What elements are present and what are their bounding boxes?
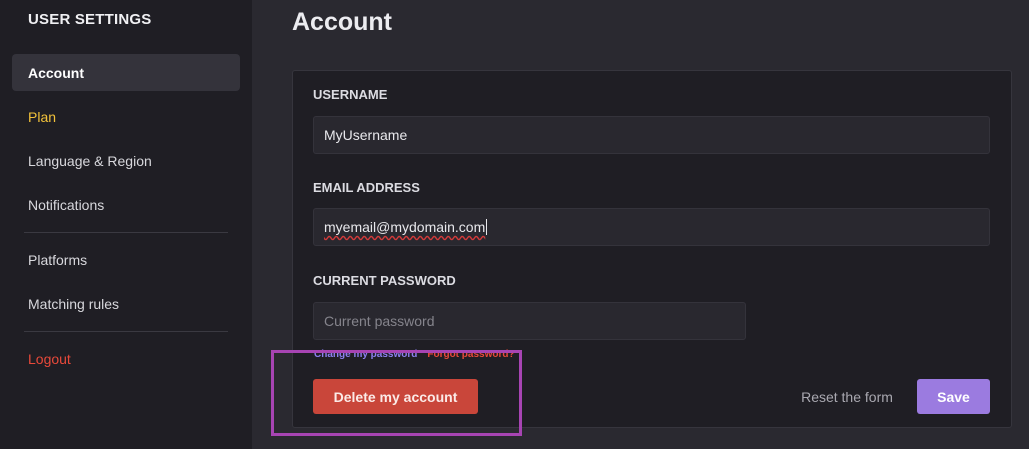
sidebar: USER SETTINGS Account Plan Language & Re… bbox=[0, 0, 252, 449]
sidebar-item-label: Plan bbox=[28, 108, 57, 125]
sidebar-item-notifications[interactable]: Notifications bbox=[12, 186, 240, 223]
forgot-password-link[interactable]: Forgot password? bbox=[427, 349, 514, 360]
password-label: CURRENT PASSWORD bbox=[313, 273, 456, 288]
sidebar-divider bbox=[24, 232, 228, 233]
email-value: myemail@mydomain.com bbox=[324, 219, 486, 235]
email-label: EMAIL ADDRESS bbox=[313, 180, 420, 195]
sidebar-item-label: Matching rules bbox=[28, 295, 120, 312]
text-caret bbox=[486, 219, 488, 235]
sidebar-divider bbox=[24, 331, 228, 332]
sidebar-title: USER SETTINGS bbox=[28, 11, 152, 28]
password-links: Change my password Forgot password? bbox=[314, 349, 515, 360]
change-password-link[interactable]: Change my password bbox=[314, 349, 417, 360]
sidebar-item-language-region[interactable]: Language & Region bbox=[12, 142, 240, 179]
username-label: USERNAME bbox=[313, 87, 388, 102]
current-password-field[interactable] bbox=[313, 302, 746, 340]
page-title: Account bbox=[292, 8, 392, 36]
sidebar-item-account[interactable]: Account bbox=[12, 54, 240, 91]
sidebar-item-logout[interactable]: Logout bbox=[12, 340, 240, 377]
username-field[interactable] bbox=[313, 116, 990, 154]
reset-form-button[interactable]: Reset the form bbox=[790, 379, 904, 414]
delete-account-button[interactable]: Delete my account bbox=[313, 379, 478, 414]
sidebar-item-platforms[interactable]: Platforms bbox=[12, 241, 240, 278]
email-field[interactable]: myemail@mydomain.com bbox=[313, 208, 990, 246]
sidebar-item-label: Logout bbox=[28, 350, 71, 367]
sidebar-item-label: Notifications bbox=[28, 196, 105, 213]
save-button[interactable]: Save bbox=[917, 379, 990, 414]
sidebar-item-plan[interactable]: Plan bbox=[12, 98, 240, 135]
sidebar-item-matching-rules[interactable]: Matching rules bbox=[12, 285, 240, 322]
sidebar-item-label: Account bbox=[28, 64, 84, 81]
settings-app: USER SETTINGS Account Plan Language & Re… bbox=[0, 0, 1029, 449]
sidebar-item-label: Language & Region bbox=[28, 152, 152, 169]
sidebar-item-label: Platforms bbox=[28, 251, 88, 268]
